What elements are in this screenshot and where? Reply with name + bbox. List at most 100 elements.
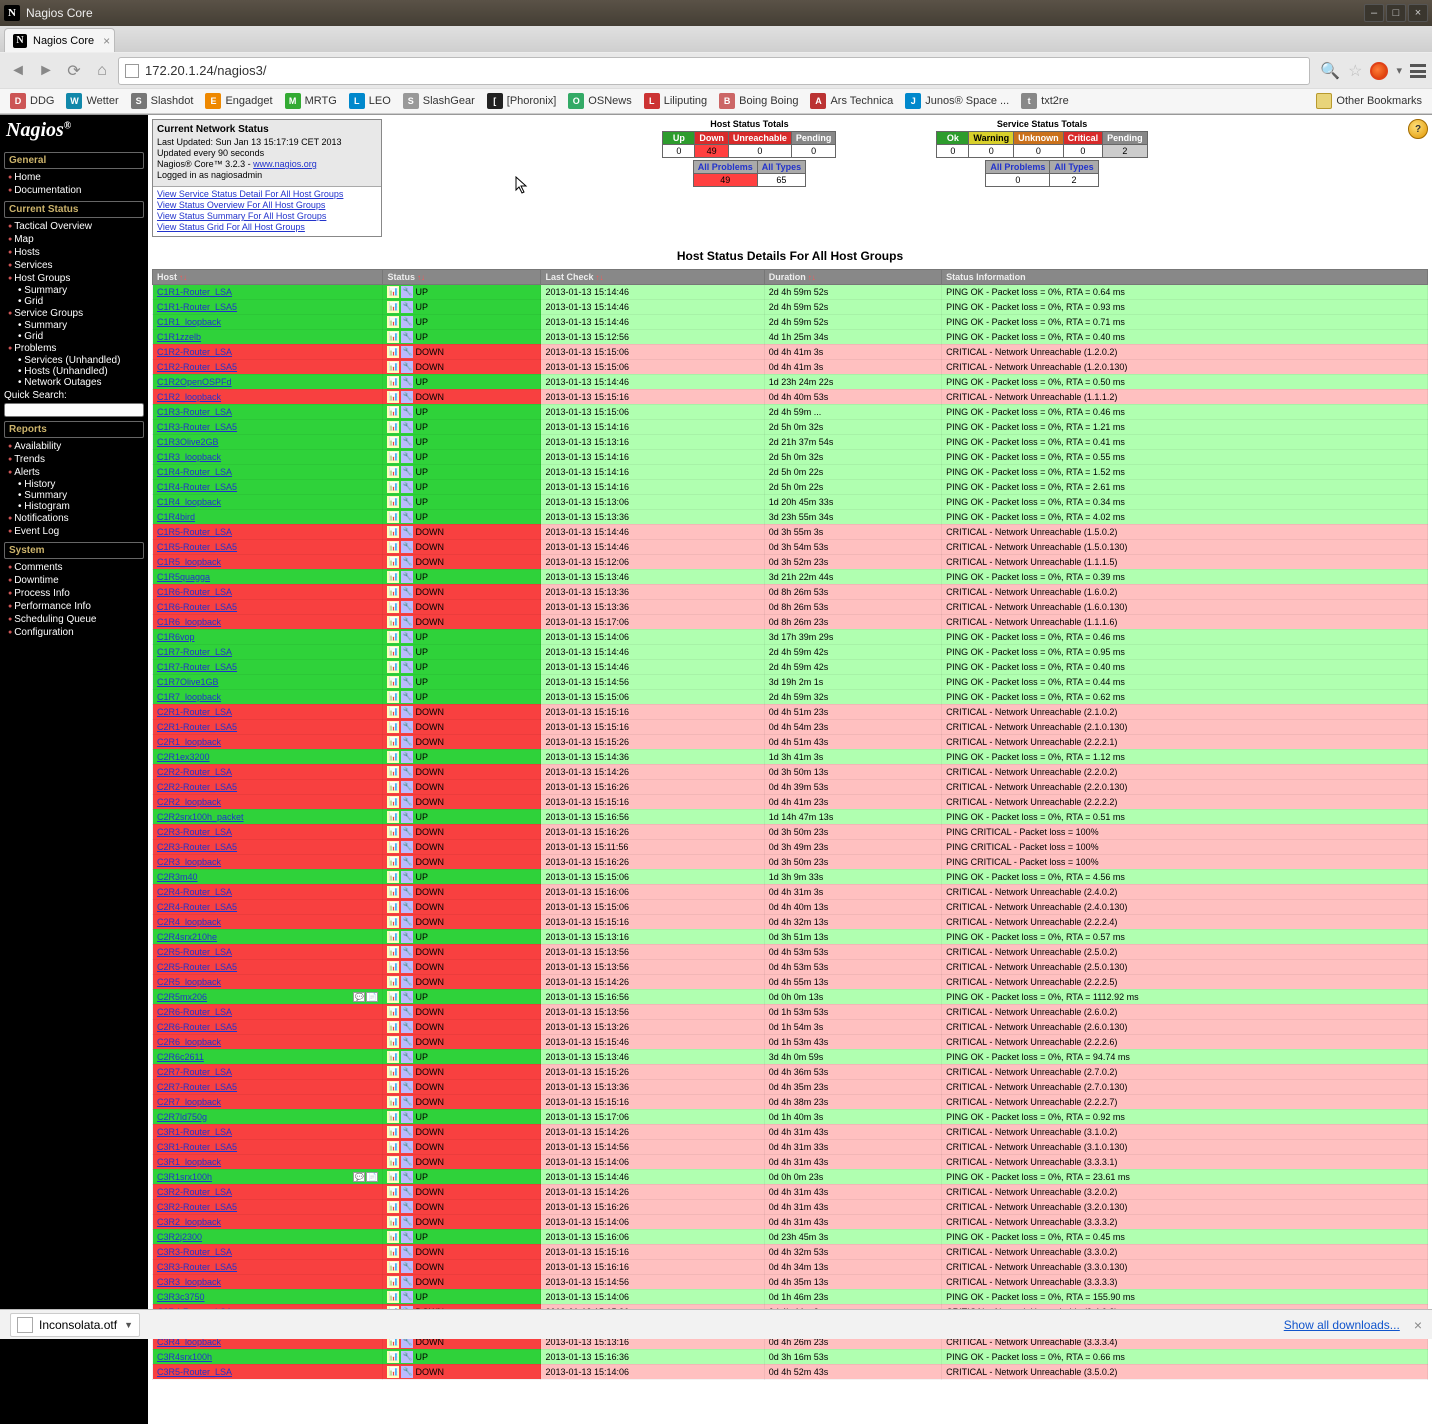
extinfo-icon[interactable]: 🔧 [401, 991, 413, 1003]
sort-icon[interactable]: ↑↓ [417, 273, 425, 282]
nav-eventlog[interactable]: Event Log [4, 525, 144, 538]
host-link[interactable]: C1R3_loopback [157, 452, 221, 462]
status-icon[interactable]: 📊 [387, 571, 399, 583]
flap-icon[interactable]: 📄 [366, 1172, 378, 1182]
extinfo-icon[interactable]: 🔧 [401, 1366, 413, 1378]
status-icon[interactable]: 📊 [387, 1276, 399, 1288]
extinfo-icon[interactable]: 🔧 [401, 976, 413, 988]
extinfo-icon[interactable]: 🔧 [401, 1141, 413, 1153]
status-icon[interactable]: 📊 [387, 1111, 399, 1123]
host-link[interactable]: C2R2_loopback [157, 797, 221, 807]
host-link[interactable]: C1R1-Router_LSA5 [157, 302, 237, 312]
host-link[interactable]: C2R1-Router_LSA5 [157, 722, 237, 732]
col-status[interactable]: Status↑↓ [383, 269, 541, 284]
status-icon[interactable]: 📊 [387, 811, 399, 823]
host-link[interactable]: C2R4-Router_LSA5 [157, 902, 237, 912]
host-link[interactable]: C1R1_loopback [157, 317, 221, 327]
host-link[interactable]: C3R1-Router_LSA [157, 1127, 232, 1137]
minimize-button[interactable]: – [1364, 4, 1384, 22]
status-icon[interactable]: 📊 [387, 466, 399, 478]
host-link[interactable]: C2R2-Router_LSA5 [157, 782, 237, 792]
st-val-alltype[interactable]: 2 [1050, 174, 1098, 187]
host-link[interactable]: C2R6-Router_LSA5 [157, 1022, 237, 1032]
dropdown-icon[interactable]: ▼ [124, 1320, 133, 1330]
ht-head-down[interactable]: Down [695, 132, 729, 145]
infobox-link[interactable]: View Service Status Detail For All Host … [157, 189, 377, 200]
status-icon[interactable]: 📊 [387, 301, 399, 313]
host-link[interactable]: C1R4-Router_LSA5 [157, 482, 237, 492]
status-icon[interactable]: 📊 [387, 616, 399, 628]
bookmark-item[interactable]: BBoing Boing [715, 91, 802, 111]
nav-hg-grid[interactable]: Grid [24, 296, 43, 307]
status-icon[interactable]: 📊 [387, 601, 399, 613]
host-link[interactable]: C2R7ld750g [157, 1112, 207, 1122]
status-icon[interactable]: 📊 [387, 661, 399, 673]
extinfo-icon[interactable]: 🔧 [401, 376, 413, 388]
status-icon[interactable]: 📊 [387, 781, 399, 793]
extinfo-icon[interactable]: 🔧 [401, 691, 413, 703]
nav-alerts[interactable]: Alerts [4, 466, 144, 479]
bookmark-item[interactable]: WWetter [62, 91, 122, 111]
col-duration[interactable]: Duration↑↓ [764, 269, 941, 284]
host-link[interactable]: C3R2j2300 [157, 1232, 202, 1242]
nav-al-history[interactable]: History [24, 479, 55, 490]
host-link[interactable]: C3R2-Router_LSA5 [157, 1202, 237, 1212]
show-all-downloads[interactable]: Show all downloads... [1284, 1318, 1400, 1332]
extinfo-icon[interactable]: 🔧 [401, 1171, 413, 1183]
extinfo-icon[interactable]: 🔧 [401, 481, 413, 493]
extinfo-icon[interactable]: 🔧 [401, 1156, 413, 1168]
browser-tab[interactable]: N Nagios Core × [4, 28, 115, 52]
ht-head-unreach[interactable]: Unreachable [728, 132, 791, 145]
host-link[interactable]: C1R7Olive1GB [157, 677, 219, 687]
extinfo-icon[interactable]: 🔧 [401, 736, 413, 748]
ht-head-alltype[interactable]: All Types [757, 161, 805, 174]
host-link[interactable]: C3R1_loopback [157, 1157, 221, 1167]
host-link[interactable]: C3R4srx100h [157, 1352, 212, 1362]
status-icon[interactable]: 📊 [387, 751, 399, 763]
status-icon[interactable]: 📊 [387, 1021, 399, 1033]
extinfo-icon[interactable]: 🔧 [401, 961, 413, 973]
extinfo-icon[interactable]: 🔧 [401, 406, 413, 418]
host-link[interactable]: C2R1_loopback [157, 737, 221, 747]
status-icon[interactable]: 📊 [387, 1081, 399, 1093]
nav-hg-summary[interactable]: Summary [24, 285, 67, 296]
status-icon[interactable]: 📊 [387, 796, 399, 808]
extinfo-icon[interactable]: 🔧 [401, 796, 413, 808]
status-icon[interactable]: 📊 [387, 481, 399, 493]
extinfo-icon[interactable]: 🔧 [401, 661, 413, 673]
downloadbar-close-icon[interactable]: × [1414, 1317, 1422, 1333]
extinfo-icon[interactable]: 🔧 [401, 1351, 413, 1363]
nav-configuration[interactable]: Configuration [4, 626, 144, 639]
host-link[interactable]: C1R3-Router_LSA [157, 407, 232, 417]
status-icon[interactable]: 📊 [387, 1246, 399, 1258]
status-icon[interactable]: 📊 [387, 631, 399, 643]
extinfo-icon[interactable]: 🔧 [401, 511, 413, 523]
status-icon[interactable]: 📊 [387, 901, 399, 913]
status-icon[interactable]: 📊 [387, 841, 399, 853]
extinfo-icon[interactable]: 🔧 [401, 451, 413, 463]
bookmark-item[interactable]: SSlashGear [399, 91, 479, 111]
extinfo-icon[interactable]: 🔧 [401, 631, 413, 643]
st-val-critical[interactable]: 0 [1063, 145, 1103, 158]
extinfo-icon[interactable]: 🔧 [401, 466, 413, 478]
status-icon[interactable]: 📊 [387, 541, 399, 553]
extinfo-icon[interactable]: 🔧 [401, 1261, 413, 1273]
zoom-icon[interactable]: 🔍 [1320, 61, 1340, 81]
bookmark-item[interactable]: ttxt2re [1017, 91, 1073, 111]
host-link[interactable]: C2R4_loopback [157, 917, 221, 927]
extinfo-icon[interactable]: 🔧 [401, 1096, 413, 1108]
reload-button[interactable]: ⟳ [62, 59, 86, 83]
nav-documentation[interactable]: Documentation [4, 184, 144, 197]
extinfo-icon[interactable]: 🔧 [401, 676, 413, 688]
st-val-warning[interactable]: 0 [969, 145, 1014, 158]
ht-val-allprob[interactable]: 49 [693, 174, 757, 187]
host-link[interactable]: C3R5-Router_LSA [157, 1367, 232, 1377]
host-link[interactable]: C1R3-Router_LSA5 [157, 422, 237, 432]
nav-sg-summary[interactable]: Summary [24, 320, 67, 331]
nav-al-summary[interactable]: Summary [24, 490, 67, 501]
host-link[interactable]: C1R6_loopback [157, 617, 221, 627]
extinfo-icon[interactable]: 🔧 [401, 556, 413, 568]
status-icon[interactable]: 📊 [387, 961, 399, 973]
extinfo-icon[interactable]: 🔧 [401, 826, 413, 838]
host-link[interactable]: C1R6-Router_LSA [157, 587, 232, 597]
